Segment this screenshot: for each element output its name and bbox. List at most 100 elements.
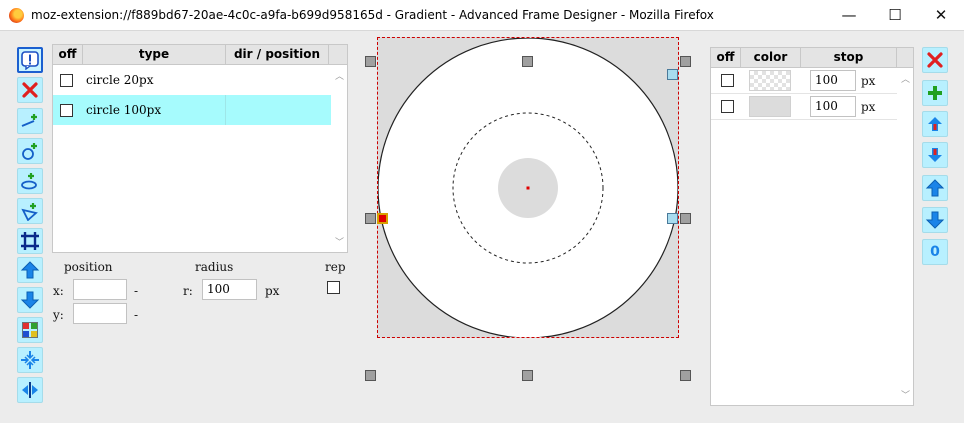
move-stop-up-button[interactable]: [922, 111, 948, 137]
stops-header: off color stop: [711, 48, 913, 68]
header-type[interactable]: type: [83, 45, 226, 64]
minimize-button[interactable]: —: [826, 0, 872, 31]
stops-scrollbar[interactable]: ︿ ﹀: [897, 68, 913, 405]
resize-handle-top-right[interactable]: [680, 56, 691, 67]
resize-handle-bottom[interactable]: [522, 370, 533, 381]
frame-icon: [21, 232, 39, 250]
stops-header-off[interactable]: off: [711, 48, 741, 67]
layer-off-checkbox[interactable]: [60, 103, 73, 117]
scroll-down-chevron-icon[interactable]: ﹀: [335, 235, 344, 248]
position-y-input[interactable]: [73, 303, 127, 324]
layer-row[interactable]: circle 20px: [53, 65, 331, 95]
layer-row-selected[interactable]: circle 100px: [53, 95, 331, 125]
stop-color-swatch-gray[interactable]: [749, 96, 791, 117]
scroll-up-chevron-icon[interactable]: ︿: [901, 72, 910, 85]
add-radial-button[interactable]: [17, 138, 43, 164]
stops-header-color[interactable]: color: [741, 48, 801, 67]
add-stop-icon: [928, 86, 942, 100]
move-up-icon: [20, 261, 40, 279]
move-layer-down-button[interactable]: [17, 287, 43, 313]
center-button[interactable]: [17, 347, 43, 373]
palette-button[interactable]: [17, 317, 43, 343]
move-down-icon: [20, 291, 40, 309]
header-dir-position[interactable]: dir / position: [226, 45, 329, 64]
layer-type-label: circle 100px: [86, 103, 162, 117]
layer-off-checkbox[interactable]: [60, 73, 73, 87]
layers-list: off type dir / position circle 20px circ…: [52, 44, 348, 253]
delete-icon: [22, 82, 38, 98]
resize-handle-bottom-left[interactable]: [365, 370, 376, 381]
add-stop-button[interactable]: [922, 80, 948, 106]
add-linear-button[interactable]: [17, 108, 43, 134]
radius-unit: px: [265, 284, 280, 298]
resize-handle-right[interactable]: [680, 213, 691, 224]
layers-scrollbar[interactable]: ︿ ﹀: [331, 65, 347, 252]
down-arrow-icon: [925, 211, 945, 229]
y-dash: -: [134, 308, 139, 322]
move-stop-down-button[interactable]: [922, 142, 948, 168]
delete-stop-button[interactable]: [922, 47, 948, 73]
zero-button[interactable]: 0: [922, 239, 948, 265]
center-icon: [21, 351, 39, 369]
firefox-logo-icon: [9, 8, 24, 23]
position-handle[interactable]: [377, 213, 388, 224]
delete-layer-button[interactable]: [17, 77, 43, 103]
zero-icon: 0: [930, 244, 940, 260]
info-icon: [21, 51, 39, 70]
column-divider: [225, 95, 226, 125]
mirror-icon: [22, 382, 38, 398]
scroll-down-chevron-icon[interactable]: ﹀: [901, 388, 910, 401]
stops-header-stop[interactable]: stop: [801, 48, 897, 67]
title-bar: moz-extension://f889bd67-20ae-4c0c-a9fa-…: [0, 0, 964, 31]
move-stop-down-icon: [928, 148, 942, 162]
info-button[interactable]: [17, 47, 43, 73]
window-title: moz-extension://f889bd67-20ae-4c0c-a9fa-…: [31, 8, 714, 22]
mirror-button[interactable]: [17, 377, 43, 403]
radius-label: radius: [195, 260, 234, 274]
stop-unit: px: [861, 100, 876, 114]
stop-off-checkbox[interactable]: [721, 74, 734, 87]
scroll-up-chevron-icon[interactable]: ︿: [335, 69, 344, 82]
resize-handle-top-left[interactable]: [365, 56, 376, 67]
position-label: position: [64, 260, 113, 274]
move-stop-up-icon: [928, 117, 942, 131]
header-off[interactable]: off: [53, 45, 83, 64]
gradient-canvas[interactable]: [377, 37, 679, 338]
close-window-button[interactable]: ✕: [918, 0, 964, 31]
stop-value-input[interactable]: 100: [810, 96, 856, 117]
frame-button[interactable]: [17, 228, 43, 254]
add-conic-button[interactable]: [17, 198, 43, 224]
resize-handle-top[interactable]: [522, 56, 533, 67]
stop-off-checkbox[interactable]: [721, 100, 734, 113]
add-elliptic-icon: [21, 173, 37, 190]
radius-handle-corner[interactable]: [667, 69, 678, 80]
add-conic-icon: [21, 203, 38, 221]
center-point: [526, 186, 530, 190]
move-layer-up-button[interactable]: [17, 257, 43, 283]
color-stops-panel: off color stop 100 px 100 px ︿ ﹀: [710, 47, 914, 406]
up-arrow-icon: [925, 179, 945, 197]
position-x-input[interactable]: [73, 279, 127, 300]
layer-type-label: circle 20px: [86, 73, 154, 87]
stop-unit: px: [861, 74, 876, 88]
layers-header: off type dir / position: [53, 45, 347, 65]
radius-handle-right[interactable]: [667, 213, 678, 224]
add-linear-icon: [21, 114, 37, 127]
stop-row[interactable]: 100 px: [711, 94, 897, 120]
rep-label: rep: [325, 260, 346, 274]
maximize-button[interactable]: ☐: [872, 0, 918, 31]
x-dash: -: [134, 284, 139, 298]
radius-input[interactable]: 100: [202, 279, 257, 300]
stop-value-input[interactable]: 100: [810, 70, 856, 91]
up-arrow-button[interactable]: [922, 175, 948, 201]
resize-handle-bottom-right[interactable]: [680, 370, 691, 381]
repeat-checkbox[interactable]: [327, 281, 340, 294]
add-elliptic-button[interactable]: [17, 168, 43, 194]
resize-handle-left[interactable]: [365, 213, 376, 224]
y-label: y:: [53, 308, 64, 322]
r-label: r:: [183, 284, 193, 298]
stop-color-swatch-transparent[interactable]: [749, 70, 791, 91]
x-label: x:: [53, 284, 64, 298]
stop-row[interactable]: 100 px: [711, 68, 897, 94]
down-arrow-button[interactable]: [922, 207, 948, 233]
